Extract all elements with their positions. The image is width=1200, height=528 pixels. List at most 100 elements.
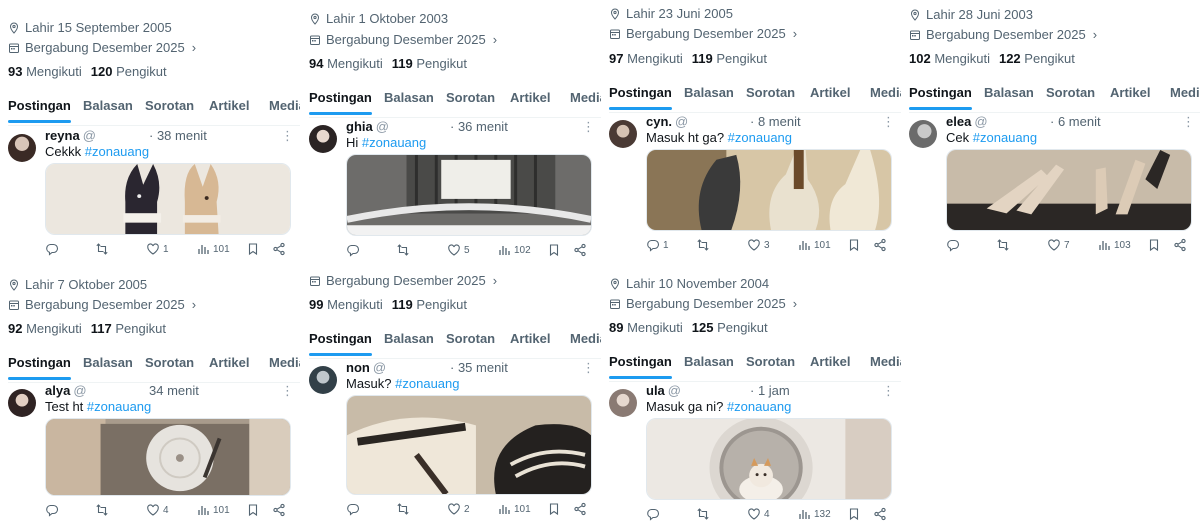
- reply-button[interactable]: [946, 238, 963, 252]
- post-time[interactable]: · 38 menit: [149, 128, 207, 143]
- tab-sorotan[interactable]: Sorotan: [446, 90, 495, 105]
- avatar[interactable]: [609, 389, 637, 417]
- views-button[interactable]: 101: [497, 502, 531, 516]
- joined-date[interactable]: Bergabung Desember 2025 ›: [8, 40, 196, 55]
- reply-button[interactable]: [346, 502, 363, 516]
- post-author[interactable]: non @: [346, 360, 386, 375]
- post-author[interactable]: cyn. @: [646, 114, 688, 129]
- post[interactable]: elea @ · 6 menit ⋮ Cek #zonauang 7 103: [909, 114, 1200, 262]
- tab-postingan[interactable]: Postingan: [309, 331, 372, 356]
- share-button[interactable]: [573, 502, 587, 516]
- tab-artikel[interactable]: Artikel: [810, 85, 850, 100]
- post-time[interactable]: · 35 menit: [450, 360, 508, 375]
- tab-balasan[interactable]: Balasan: [684, 354, 734, 369]
- post[interactable]: reyna @ · 38 menit ⋮ Cekkk #zonauang 1 101: [8, 128, 300, 268]
- avatar[interactable]: [309, 125, 337, 153]
- views-button[interactable]: 103: [1097, 238, 1131, 252]
- joined-date[interactable]: Bergabung Desember 2025 ›: [309, 273, 497, 288]
- tab-sorotan[interactable]: Sorotan: [1046, 85, 1095, 100]
- hashtag-link[interactable]: #zonauang: [728, 130, 792, 145]
- hashtag-link[interactable]: #zonauang: [973, 130, 1037, 145]
- followers-link[interactable]: 119 Pengikut: [692, 51, 767, 66]
- tab-postingan[interactable]: Postingan: [8, 98, 71, 123]
- share-button[interactable]: [573, 243, 587, 257]
- repost-button[interactable]: [95, 242, 112, 256]
- tab-sorotan[interactable]: Sorotan: [145, 98, 194, 113]
- like-button[interactable]: 4: [747, 507, 770, 521]
- bookmark-button[interactable]: [547, 243, 561, 257]
- more-options-icon[interactable]: ⋮: [281, 128, 294, 144]
- post[interactable]: non @ · 35 menit ⋮ Masuk? #zonauang 2 101: [309, 360, 601, 528]
- share-button[interactable]: [873, 507, 887, 521]
- hashtag-link[interactable]: #zonauang: [362, 135, 426, 150]
- more-options-icon[interactable]: ⋮: [582, 119, 595, 135]
- peace-hands-image[interactable]: [946, 149, 1192, 231]
- share-button[interactable]: [873, 238, 887, 252]
- tab-artikel[interactable]: Artikel: [1110, 85, 1150, 100]
- followers-link[interactable]: 125 Pengikut: [692, 320, 768, 335]
- tab-artikel[interactable]: Artikel: [510, 90, 550, 105]
- hashtag-link[interactable]: #zonauang: [85, 144, 149, 159]
- joined-date[interactable]: Bergabung Desember 2025 ›: [8, 297, 196, 312]
- tab-media[interactable]: Media: [570, 90, 601, 105]
- post-author[interactable]: ghia @: [346, 119, 389, 134]
- followers-link[interactable]: 122 Pengikut: [999, 51, 1075, 66]
- following-link[interactable]: 89 Mengikuti: [609, 320, 683, 335]
- post-time[interactable]: · 1 jam: [750, 383, 790, 398]
- tab-balasan[interactable]: Balasan: [384, 90, 434, 105]
- following-link[interactable]: 92 Mengikuti: [8, 321, 82, 336]
- avatar[interactable]: [609, 120, 637, 148]
- hashtag-link[interactable]: #zonauang: [395, 376, 459, 391]
- followers-link[interactable]: 119 Pengikut: [392, 56, 467, 71]
- avatar[interactable]: [8, 134, 36, 162]
- post-time[interactable]: · 6 menit: [1050, 114, 1101, 129]
- like-button[interactable]: 3: [747, 238, 770, 252]
- joined-date[interactable]: Bergabung Desember 2025 ›: [909, 27, 1097, 42]
- post-author[interactable]: elea @: [946, 114, 988, 129]
- post-time[interactable]: · 36 menit: [450, 119, 508, 134]
- views-button[interactable]: 101: [196, 242, 230, 256]
- tab-postingan[interactable]: Postingan: [609, 85, 672, 110]
- following-link[interactable]: 93 Mengikuti: [8, 64, 82, 79]
- post-time[interactable]: · 8 menit: [750, 114, 801, 129]
- tab-balasan[interactable]: Balasan: [83, 355, 133, 370]
- bookmark-button[interactable]: [847, 507, 861, 521]
- avatar[interactable]: [309, 366, 337, 394]
- tab-balasan[interactable]: Balasan: [684, 85, 734, 100]
- hashtag-link[interactable]: #zonauang: [727, 399, 791, 414]
- tab-media[interactable]: Media: [1170, 85, 1200, 100]
- tab-balasan[interactable]: Balasan: [984, 85, 1034, 100]
- repost-button[interactable]: [696, 507, 713, 521]
- tab-media[interactable]: Media: [269, 355, 300, 370]
- repost-button[interactable]: [696, 238, 713, 252]
- tab-postingan[interactable]: Postingan: [909, 85, 972, 110]
- share-button[interactable]: [272, 503, 286, 517]
- reply-button[interactable]: [346, 243, 363, 257]
- repost-button[interactable]: [95, 503, 112, 517]
- tab-media[interactable]: Media: [870, 85, 901, 100]
- tab-artikel[interactable]: Artikel: [510, 331, 550, 346]
- post[interactable]: ghia @ · 36 menit ⋮ Hi #zonauang 5 102: [309, 119, 601, 268]
- tab-artikel[interactable]: Artikel: [209, 98, 249, 113]
- repost-button[interactable]: [996, 238, 1013, 252]
- share-button[interactable]: [272, 242, 286, 256]
- guitars-image[interactable]: [646, 149, 892, 231]
- tab-postingan[interactable]: Postingan: [609, 354, 672, 379]
- reply-button[interactable]: [45, 242, 62, 256]
- more-options-icon[interactable]: ⋮: [1182, 114, 1195, 130]
- like-button[interactable]: 5: [447, 243, 470, 257]
- tab-artikel[interactable]: Artikel: [209, 355, 249, 370]
- views-button[interactable]: 101: [196, 503, 230, 517]
- post-time[interactable]: 34 menit: [149, 383, 199, 398]
- joined-date[interactable]: Bergabung Desember 2025 ›: [609, 296, 797, 311]
- repost-button[interactable]: [396, 243, 413, 257]
- avatar[interactable]: [909, 120, 937, 148]
- bookmark-button[interactable]: [847, 238, 861, 252]
- share-button[interactable]: [1173, 238, 1187, 252]
- record-player-image[interactable]: [45, 418, 291, 496]
- tab-media[interactable]: Media: [570, 331, 601, 346]
- like-button[interactable]: 2: [447, 502, 470, 516]
- joined-date[interactable]: Bergabung Desember 2025 ›: [309, 32, 497, 47]
- like-button[interactable]: 4: [146, 503, 169, 517]
- tab-sorotan[interactable]: Sorotan: [446, 331, 495, 346]
